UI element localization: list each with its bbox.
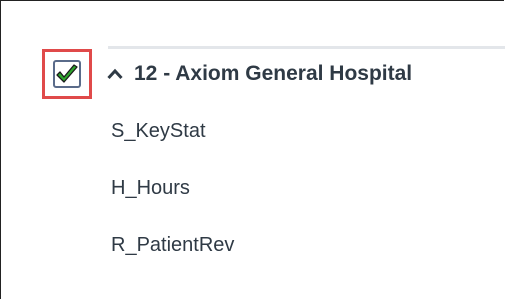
checkbox-highlight [42,49,92,99]
chevron-up-icon[interactable] [106,65,124,83]
tree-panel [0,0,504,299]
list-item[interactable]: S_KeyStat [111,120,234,177]
tree-group-row: 12 - Axiom General Hospital [42,49,412,99]
list-item[interactable]: R_PatientRev [111,234,234,291]
list-item[interactable]: H_Hours [111,177,234,234]
group-checkbox[interactable] [53,60,81,88]
divider [108,46,505,49]
child-list: S_KeyStat H_Hours R_PatientRev [111,120,234,291]
group-title[interactable]: 12 - Axiom General Hospital [134,62,412,86]
checkmark-icon [56,64,78,83]
